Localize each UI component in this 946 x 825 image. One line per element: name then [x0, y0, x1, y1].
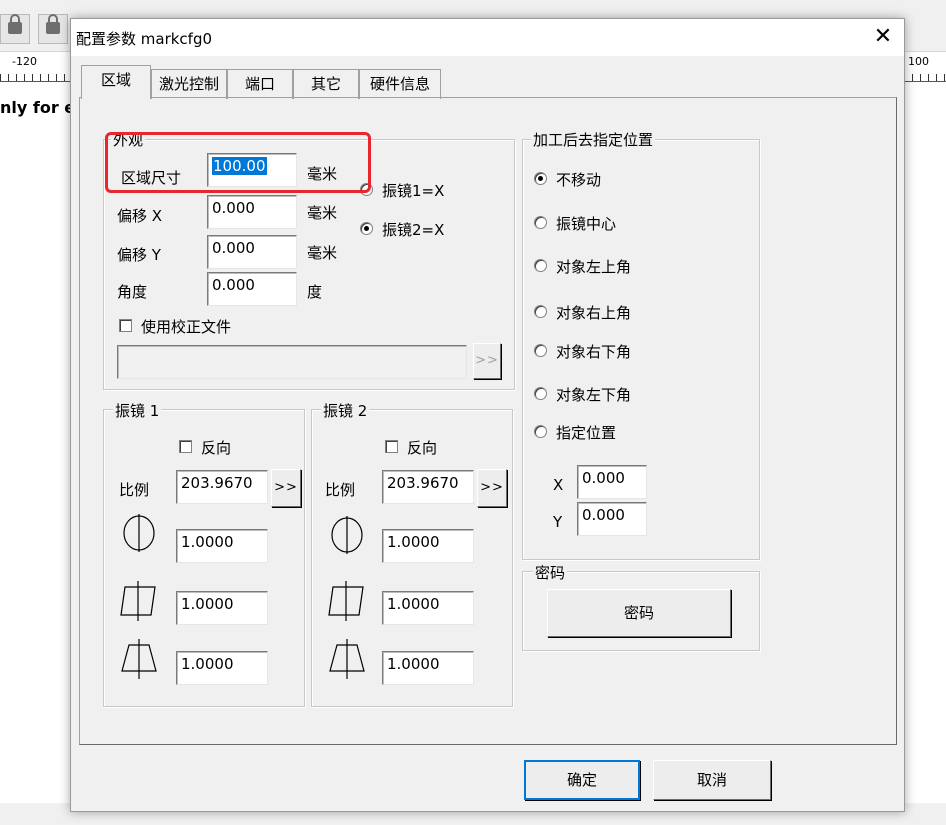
ruler-label-left: -120 — [12, 55, 37, 68]
galvo1-x-label: 振镜1=X — [382, 182, 445, 200]
after-option-specified-radio[interactable] — [534, 425, 547, 438]
galvo1-ratio-button[interactable]: >> — [271, 469, 301, 507]
after-y-label: Y — [553, 513, 563, 531]
after-option-specified-label: 指定位置 — [556, 424, 617, 442]
trapezoid-icon — [329, 639, 365, 679]
galvo2-ratio-input[interactable]: 203.9670 — [382, 470, 474, 504]
galvo2-factor2-input[interactable]: 1.0000 — [382, 591, 474, 625]
tab-other-label: 其它 — [310, 75, 341, 93]
angle-unit: 度 — [307, 283, 323, 301]
after-option-bottom-left-label: 对象左下角 — [556, 386, 632, 404]
galvo2-legend: 振镜 2 — [321, 400, 370, 421]
tab-other[interactable]: 其它 — [293, 69, 359, 99]
after-option-top-right-radio[interactable] — [534, 305, 547, 318]
offset-x-label: 偏移 X — [117, 207, 163, 225]
after-option-no-move-radio[interactable] — [534, 172, 547, 185]
galvo1-factor2-input[interactable]: 1.0000 — [176, 591, 268, 625]
after-option-no-move-label: 不移动 — [556, 171, 602, 189]
lock-button-2[interactable] — [38, 14, 68, 44]
tab-area[interactable]: 区域 — [81, 65, 151, 99]
galvo1-legend: 振镜 1 — [113, 400, 162, 421]
close-icon[interactable]: ✕ — [866, 22, 900, 52]
offset-y-unit: 毫米 — [307, 244, 338, 262]
tab-laser-control[interactable]: 激光控制 — [151, 69, 227, 99]
tab-port[interactable]: 端口 — [227, 69, 293, 99]
galvo1-factor1-input[interactable]: 1.0000 — [176, 529, 268, 563]
galvo1-reverse-checkbox[interactable] — [179, 440, 192, 453]
offset-x-unit: 毫米 — [307, 204, 338, 222]
galvo1-factor3-input[interactable]: 1.0000 — [176, 651, 268, 685]
lock-button[interactable] — [0, 14, 30, 44]
use-correction-checkbox[interactable] — [119, 319, 132, 332]
offset-y-label: 偏移 Y — [117, 246, 161, 264]
galvo2-factor1-input[interactable]: 1.0000 — [382, 529, 474, 563]
dialog-titlebar[interactable]: 配置参数 markcfg0 ✕ — [71, 19, 904, 56]
circle-split-icon — [123, 514, 155, 552]
circle-split-icon — [331, 516, 363, 554]
angle-label: 角度 — [117, 283, 148, 301]
after-y-input[interactable]: 0.000 — [577, 502, 647, 536]
lock-icon — [46, 14, 60, 34]
galvo2-reverse-label: 反向 — [407, 439, 438, 457]
galvo2-x-radio[interactable] — [360, 222, 373, 235]
correction-file-input[interactable] — [117, 345, 467, 379]
parallelogram-icon — [328, 581, 364, 621]
use-correction-label: 使用校正文件 — [141, 318, 232, 336]
parallelogram-icon — [120, 581, 156, 621]
tab-area-label: 区域 — [100, 71, 131, 89]
galvo2-reverse-checkbox[interactable] — [385, 440, 398, 453]
offset-x-input[interactable]: 0.000 — [207, 195, 297, 229]
tab-hardware-info-label: 硬件信息 — [369, 75, 430, 93]
after-x-input[interactable]: 0.000 — [577, 465, 647, 499]
after-option-bottom-right-label: 对象右下角 — [556, 343, 632, 361]
after-option-galvo-center-radio[interactable] — [534, 216, 547, 229]
galvo2-factor3-input[interactable]: 1.0000 — [382, 651, 474, 685]
lock-icon — [8, 14, 22, 34]
after-x-label: X — [553, 476, 564, 494]
dialog-title: 配置参数 markcfg0 — [76, 30, 213, 48]
cancel-button[interactable]: 取消 — [653, 760, 771, 800]
ruler-label-right: 100 — [908, 55, 929, 68]
galvo2-ratio-label: 比例 — [325, 481, 356, 499]
after-option-galvo-center-label: 振镜中心 — [556, 215, 617, 233]
galvo1-ratio-label: 比例 — [119, 481, 150, 499]
galvo2-ratio-button[interactable]: >> — [477, 469, 507, 507]
after-option-top-right-label: 对象右上角 — [556, 304, 632, 322]
trapezoid-icon — [121, 639, 157, 679]
after-option-top-left-radio[interactable] — [534, 259, 547, 272]
after-option-top-left-label: 对象左上角 — [556, 258, 632, 276]
after-process-legend: 加工后去指定位置 — [531, 129, 656, 150]
after-option-bottom-left-radio[interactable] — [534, 387, 547, 400]
correction-browse-button[interactable]: >> — [473, 343, 501, 379]
password-legend: 密码 — [533, 562, 568, 583]
password-button[interactable]: 密码 — [547, 589, 731, 637]
galvo1-reverse-label: 反向 — [201, 439, 232, 457]
highlight-annotation — [105, 132, 371, 193]
offset-y-input[interactable]: 0.000 — [207, 235, 297, 269]
galvo1-ratio-input[interactable]: 203.9670 — [176, 470, 268, 504]
after-option-bottom-right-radio[interactable] — [534, 344, 547, 357]
tab-laser-control-label: 激光控制 — [158, 75, 219, 93]
tab-port-label: 端口 — [244, 75, 275, 93]
angle-input[interactable]: 0.000 — [207, 272, 297, 306]
ok-button[interactable]: 确定 — [524, 760, 640, 800]
galvo2-x-label: 振镜2=X — [382, 221, 445, 239]
tab-hardware-info[interactable]: 硬件信息 — [359, 69, 441, 99]
